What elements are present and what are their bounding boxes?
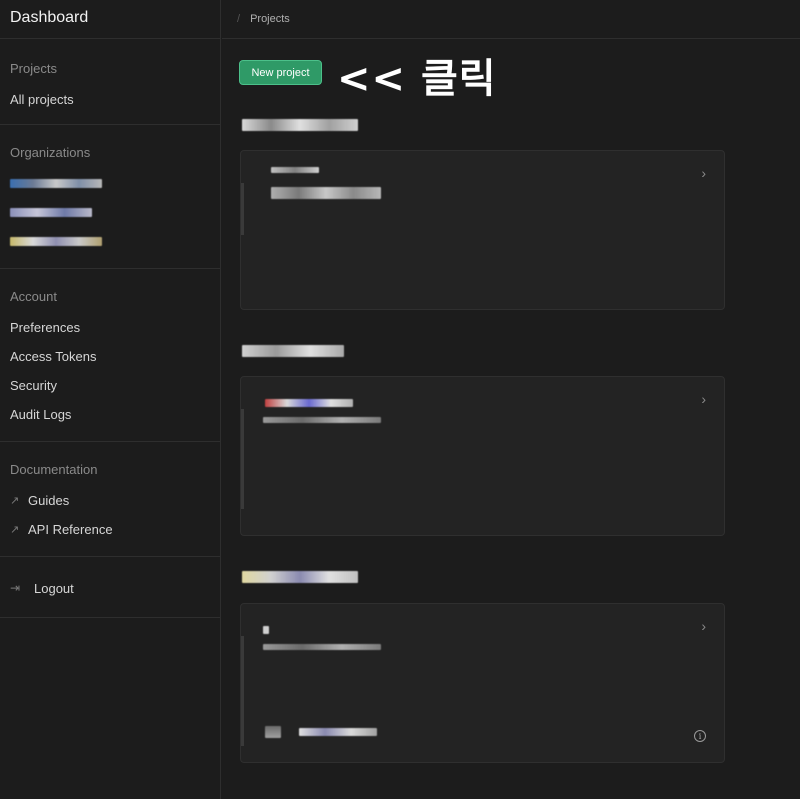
sidebar-item-label: Security	[10, 377, 57, 393]
redacted-project-region	[263, 644, 381, 650]
sidebar-item-label: API Reference	[28, 521, 113, 537]
sidebar-item-all-projects[interactable]: All projects	[0, 90, 220, 108]
chevron-right-icon: ›	[701, 618, 706, 634]
sidebar-item-label: Audit Logs	[10, 406, 72, 422]
sidebar-item-guides[interactable]: ↗ Guides	[0, 491, 220, 509]
redacted-status-icon	[265, 726, 281, 738]
new-project-button[interactable]: New project	[239, 60, 322, 85]
organization-title	[242, 118, 358, 136]
organization-title	[242, 344, 344, 362]
sidebar-item-organization[interactable]	[0, 174, 220, 192]
sidebar-item-label: All projects	[10, 91, 74, 107]
logout-button[interactable]: ⇥ Logout	[0, 579, 220, 597]
sidebar-heading-organizations: Organizations	[10, 145, 91, 160]
sidebar-item-label: Preferences	[10, 319, 81, 335]
sidebar-section-projects: Projects All projects	[0, 39, 220, 125]
organization-title	[242, 570, 358, 588]
redacted-project-region	[263, 417, 381, 423]
project-card[interactable]: › i	[240, 603, 725, 763]
sidebar-item-api-reference[interactable]: ↗ API Reference	[0, 520, 220, 538]
redacted-org-title	[242, 571, 358, 583]
sidebar-section-account: Account Preferences Access Tokens Securi…	[0, 269, 220, 442]
sidebar-item-organization[interactable]	[0, 203, 220, 221]
sidebar-item-security[interactable]: Security	[0, 376, 220, 394]
sidebar-section-logout: ⇥ Logout	[0, 557, 220, 618]
redacted-status-text	[299, 728, 377, 736]
external-link-icon: ↗	[10, 494, 20, 507]
card-accent-bar	[241, 409, 244, 509]
sidebar-item-organization[interactable]	[0, 232, 220, 250]
info-icon[interactable]: i	[694, 730, 706, 742]
redacted-org-name	[10, 236, 102, 246]
chevron-right-icon: ›	[701, 165, 706, 181]
click-annotation: << 클릭	[337, 56, 497, 102]
sidebar-heading-account: Account	[10, 289, 57, 304]
redacted-org-title	[242, 345, 344, 357]
redacted-project-name	[265, 399, 353, 407]
redacted-project-name	[263, 626, 269, 634]
top-bar: / Projects	[222, 0, 800, 39]
card-accent-bar	[241, 183, 244, 235]
sidebar-item-access-tokens[interactable]: Access Tokens	[0, 347, 220, 365]
sidebar-section-organizations: Organizations	[0, 125, 220, 269]
main-content: New project << 클릭 › › › i	[222, 40, 800, 799]
sidebar-item-label: Guides	[28, 492, 70, 508]
sidebar-section-documentation: Documentation ↗ Guides ↗ API Reference	[0, 442, 220, 557]
card-accent-bar	[241, 636, 244, 746]
redacted-org-name	[10, 178, 102, 188]
sidebar-heading-documentation: Documentation	[10, 462, 98, 477]
redacted-project-name	[271, 167, 319, 173]
sidebar-item-preferences[interactable]: Preferences	[0, 318, 220, 336]
redacted-org-title	[242, 119, 358, 131]
logout-label: Logout	[34, 580, 74, 596]
project-card[interactable]: ›	[240, 150, 725, 310]
external-link-icon: ↗	[10, 523, 20, 536]
chevron-right-icon: ›	[701, 391, 706, 407]
project-card[interactable]: ›	[240, 376, 725, 536]
sidebar-heading-projects: Projects	[10, 61, 57, 76]
breadcrumb-separator: /	[237, 13, 241, 25]
redacted-project-region	[271, 187, 381, 199]
app-title[interactable]: Dashboard	[0, 0, 220, 39]
redacted-org-name	[10, 207, 92, 217]
sidebar-item-audit-logs[interactable]: Audit Logs	[0, 405, 220, 423]
sidebar: Dashboard Projects All projects Organiza…	[0, 0, 221, 799]
breadcrumb-current[interactable]: Projects	[250, 13, 290, 25]
sidebar-item-label: Access Tokens	[10, 348, 97, 364]
logout-icon: ⇥	[10, 581, 21, 595]
